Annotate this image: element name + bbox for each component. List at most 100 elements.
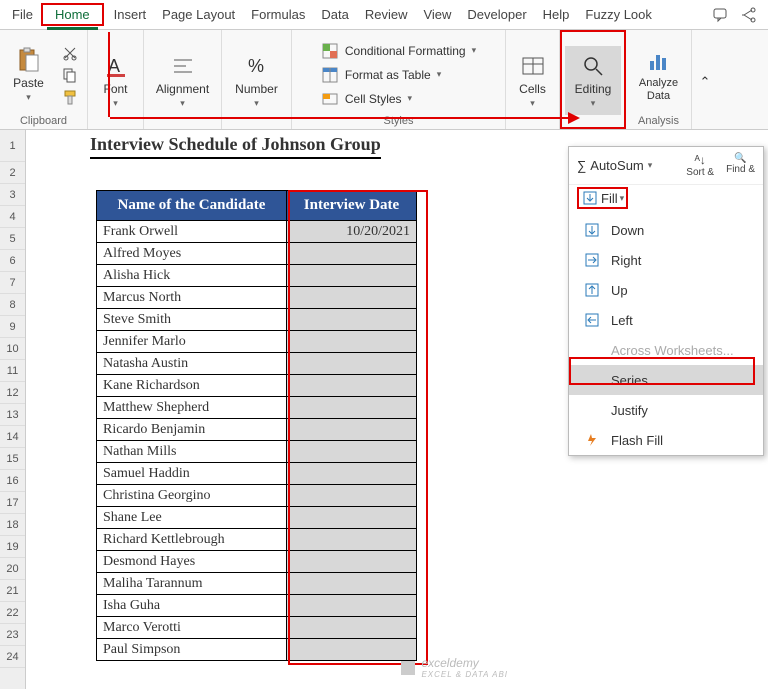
tab-page-layout[interactable]: Page Layout	[154, 2, 243, 27]
cell-name[interactable]: Alisha Hick	[97, 265, 287, 287]
cell-date[interactable]	[287, 485, 417, 507]
cell-name[interactable]: Shane Lee	[97, 507, 287, 529]
row-header[interactable]: 11	[0, 360, 25, 382]
cell-name[interactable]: Alfred Moyes	[97, 243, 287, 265]
cell-date[interactable]	[287, 331, 417, 353]
ribbon-collapse[interactable]: ⌃	[692, 30, 718, 129]
row-header[interactable]: 22	[0, 602, 25, 624]
row-header[interactable]: 14	[0, 426, 25, 448]
fill-justify-item[interactable]: Justify	[569, 395, 763, 425]
cell-date[interactable]	[287, 397, 417, 419]
cell-date[interactable]	[287, 441, 417, 463]
number-button[interactable]: % Number▾	[227, 48, 286, 113]
autosum-button[interactable]: ∑AutoSum ▾	[577, 158, 652, 173]
font-button[interactable]: A Font▾	[94, 48, 138, 113]
row-header[interactable]: 20	[0, 558, 25, 580]
format-as-table-button[interactable]: Format as Table ▾	[321, 66, 441, 84]
cell-name[interactable]: Ricardo Benjamin	[97, 419, 287, 441]
row-header[interactable]: 15	[0, 448, 25, 470]
cell-date[interactable]	[287, 375, 417, 397]
cell-name[interactable]: Steve Smith	[97, 309, 287, 331]
row-header[interactable]: 19	[0, 536, 25, 558]
row-header[interactable]: 13	[0, 404, 25, 426]
tab-fuzzy[interactable]: Fuzzy Look	[577, 2, 659, 27]
cell-date[interactable]	[287, 419, 417, 441]
row-header[interactable]: 16	[0, 470, 25, 492]
cell-name[interactable]: Marco Verotti	[97, 617, 287, 639]
cell-name[interactable]: Richard Kettlebrough	[97, 529, 287, 551]
cell-name[interactable]: Samuel Haddin	[97, 463, 287, 485]
cell-date[interactable]	[287, 309, 417, 331]
find-button[interactable]: 🔍Find &	[726, 153, 755, 178]
cells-button[interactable]: Cells▾	[511, 48, 555, 113]
tab-review[interactable]: Review	[357, 2, 416, 27]
col-header-date[interactable]: Interview Date	[287, 191, 417, 221]
format-painter-icon[interactable]	[58, 88, 82, 106]
fill-right-item[interactable]: Right	[569, 245, 763, 275]
editing-button[interactable]: Editing▾	[565, 46, 622, 115]
cut-icon[interactable]	[58, 44, 82, 62]
fill-up-item[interactable]: Up	[569, 275, 763, 305]
row-header[interactable]: 2	[0, 162, 25, 184]
row-header[interactable]: 10	[0, 338, 25, 360]
cell-date[interactable]	[287, 573, 417, 595]
cell-date[interactable]	[287, 243, 417, 265]
cell-name[interactable]: Jennifer Marlo	[97, 331, 287, 353]
cell-date[interactable]	[287, 507, 417, 529]
cell-date[interactable]	[287, 617, 417, 639]
fill-series-item[interactable]: Series...	[569, 365, 763, 395]
row-header[interactable]: 17	[0, 492, 25, 514]
cell-date[interactable]: 10/20/2021	[287, 221, 417, 243]
tab-file[interactable]: File	[4, 2, 41, 27]
cell-name[interactable]: Natasha Austin	[97, 353, 287, 375]
cell-date[interactable]	[287, 353, 417, 375]
paste-button[interactable]: Paste ▾	[5, 42, 52, 107]
tab-insert[interactable]: Insert	[106, 2, 155, 27]
cell-name[interactable]: Maliha Tarannum	[97, 573, 287, 595]
row-header[interactable]: 8	[0, 294, 25, 316]
tab-developer[interactable]: Developer	[459, 2, 534, 27]
cell-name[interactable]: Isha Guha	[97, 595, 287, 617]
tab-view[interactable]: View	[415, 2, 459, 27]
cell-name[interactable]: Christina Georgino	[97, 485, 287, 507]
cell-date[interactable]	[287, 639, 417, 661]
cell-date[interactable]	[287, 463, 417, 485]
cell-name[interactable]: Paul Simpson	[97, 639, 287, 661]
alignment-button[interactable]: Alignment▾	[148, 48, 217, 113]
comments-icon[interactable]	[712, 6, 730, 24]
cell-date[interactable]	[287, 265, 417, 287]
row-header[interactable]: 6	[0, 250, 25, 272]
tab-help[interactable]: Help	[535, 2, 578, 27]
row-header[interactable]: 4	[0, 206, 25, 228]
row-header[interactable]: 1	[0, 130, 25, 162]
flash-fill-item[interactable]: Flash Fill	[569, 425, 763, 455]
row-header[interactable]: 21	[0, 580, 25, 602]
row-header[interactable]: 12	[0, 382, 25, 404]
row-header[interactable]: 5	[0, 228, 25, 250]
tab-home[interactable]: Home	[47, 2, 98, 30]
row-header[interactable]: 23	[0, 624, 25, 646]
cell-styles-button[interactable]: Cell Styles ▾	[321, 90, 412, 108]
tab-formulas[interactable]: Formulas	[243, 2, 313, 27]
cell-name[interactable]: Kane Richardson	[97, 375, 287, 397]
cell-date[interactable]	[287, 287, 417, 309]
fill-button[interactable]: Fill▾	[577, 187, 628, 209]
cell-name[interactable]: Marcus North	[97, 287, 287, 309]
fill-left-item[interactable]: Left	[569, 305, 763, 335]
conditional-formatting-button[interactable]: Conditional Formatting ▾	[321, 42, 476, 60]
share-icon[interactable]	[740, 6, 758, 24]
cell-name[interactable]: Desmond Hayes	[97, 551, 287, 573]
row-header[interactable]: 7	[0, 272, 25, 294]
sort-button[interactable]: ᴬ↓Sort &	[686, 153, 714, 178]
row-header[interactable]: 18	[0, 514, 25, 536]
tab-data[interactable]: Data	[313, 2, 356, 27]
analyze-button[interactable]: Analyze Data	[630, 43, 687, 105]
copy-icon[interactable]	[58, 66, 82, 84]
cell-date[interactable]	[287, 595, 417, 617]
col-header-name[interactable]: Name of the Candidate	[97, 191, 287, 221]
cell-date[interactable]	[287, 551, 417, 573]
cell-date[interactable]	[287, 529, 417, 551]
cell-name[interactable]: Nathan Mills	[97, 441, 287, 463]
cell-name[interactable]: Matthew Shepherd	[97, 397, 287, 419]
row-header[interactable]: 24	[0, 646, 25, 668]
